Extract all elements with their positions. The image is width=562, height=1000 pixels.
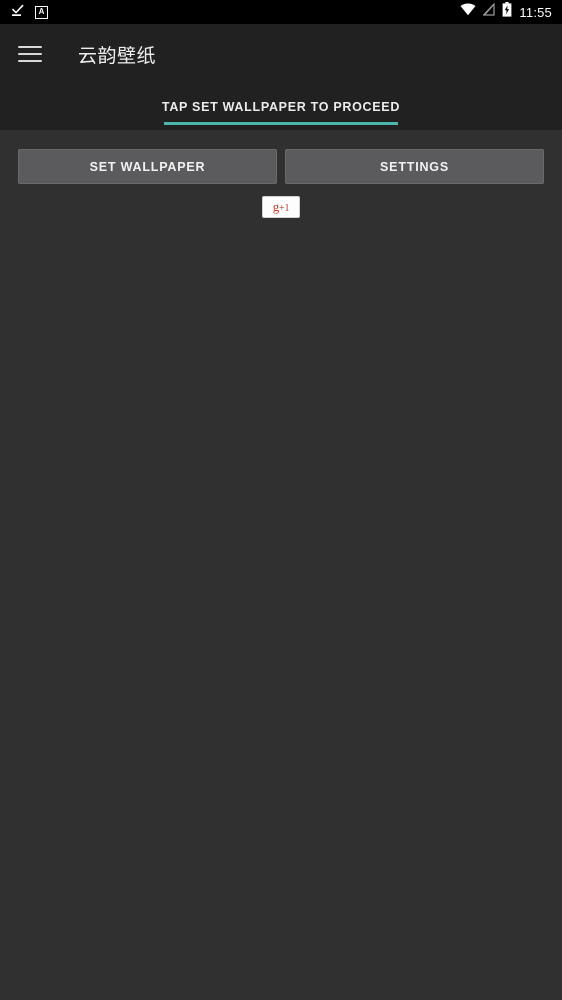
- hamburger-menu-icon[interactable]: [18, 24, 52, 84]
- set-wallpaper-button-label: SET WALLPAPER: [89, 159, 206, 174]
- set-wallpaper-button[interactable]: SET WALLPAPER: [18, 149, 277, 184]
- google-plus-one-container: g+1: [0, 196, 562, 218]
- hamburger-bar: [18, 60, 42, 62]
- app-bar: 云韵壁纸: [0, 24, 562, 84]
- action-button-row: SET WALLPAPER SETTINGS: [18, 149, 544, 184]
- wifi-icon: [460, 3, 476, 21]
- settings-button-label: SETTINGS: [380, 159, 449, 174]
- gplus-plus-one: +1: [279, 203, 290, 214]
- status-bar-right-icons: 11:55: [460, 2, 552, 22]
- status-bar-left-icons: A: [10, 2, 48, 22]
- app-screen: A 11:55 云韵壁纸 TAP SET WALLPAPER TO PROCEE…: [0, 0, 562, 1000]
- content-area: SET WALLPAPER SETTINGS g+1: [0, 130, 562, 1000]
- status-bar-clock: 11:55: [519, 4, 552, 20]
- status-bar: A 11:55: [0, 0, 562, 24]
- google-plus-one-label: g+1: [273, 200, 290, 214]
- download-complete-icon: [10, 2, 25, 22]
- google-plus-one-button[interactable]: g+1: [262, 196, 300, 218]
- page-title: 云韵壁纸: [78, 45, 157, 67]
- settings-button[interactable]: SETTINGS: [285, 149, 544, 184]
- battery-charging-icon: [502, 2, 512, 22]
- tab-label: TAP SET WALLPAPER TO PROCEED: [161, 100, 401, 114]
- hamburger-bar: [18, 46, 42, 48]
- app-notification-icon: A: [35, 5, 48, 19]
- no-signal-icon: [482, 2, 496, 21]
- tab-selected-indicator: [164, 122, 398, 125]
- hamburger-bar: [18, 53, 42, 55]
